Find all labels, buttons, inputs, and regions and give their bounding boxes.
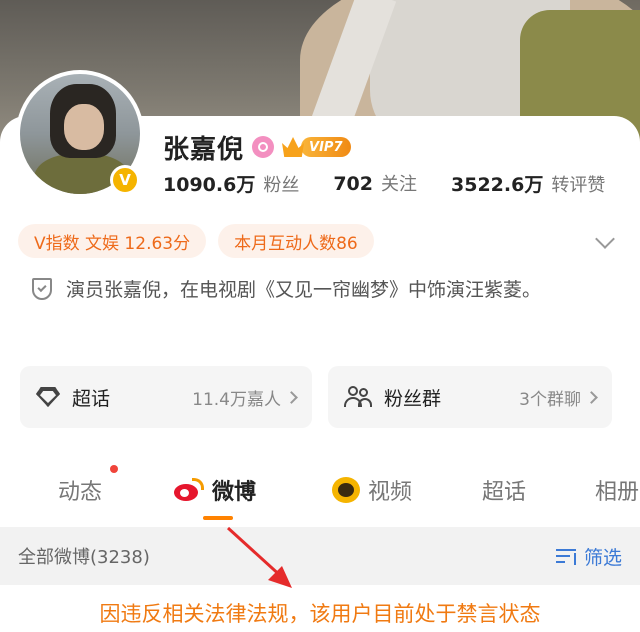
- filter-button[interactable]: 筛选: [555, 543, 622, 570]
- super-topic-panel[interactable]: 超话 11.4万嘉人: [20, 366, 312, 428]
- chevron-right-icon: [285, 390, 298, 404]
- stat-value: 3522.6万: [451, 173, 544, 196]
- profile-tags: V指数 文娱 12.63分 本月互动人数86: [18, 224, 374, 258]
- video-icon: [332, 477, 360, 503]
- feed-filter-bar: 全部微博(3238) 筛选: [0, 527, 640, 585]
- profile-name: 张嘉倪: [163, 134, 245, 165]
- v-index-tag[interactable]: V指数 文娱 12.63分: [18, 224, 207, 258]
- tab-label: 视频: [368, 480, 413, 505]
- profile-tabs: 动态 微博 视频 超话 相册: [0, 466, 640, 522]
- stat-interactions[interactable]: 3522.6万 转评赞: [451, 170, 605, 197]
- verified-badge-icon: V: [110, 165, 140, 195]
- stat-label: 转评赞: [551, 174, 606, 196]
- notification-dot: [110, 465, 118, 473]
- community-panels: 超话 11.4万嘉人 粉丝群 3个群聊: [20, 366, 612, 428]
- name-row: 张嘉倪 VIP7: [163, 130, 351, 165]
- chevron-right-icon: [585, 390, 598, 404]
- stat-followers[interactable]: 1090.6万 粉丝: [163, 170, 299, 197]
- stat-label: 关注: [381, 174, 417, 195]
- monthly-interaction-tag[interactable]: 本月互动人数86: [218, 224, 374, 258]
- bio: 演员张嘉倪，在电视剧《又见一帘幽梦》中饰演汪紫菱。: [32, 272, 592, 308]
- profile-stats: 1090.6万 粉丝 702 关注 3522.6万 转评赞: [163, 170, 639, 196]
- bio-text: 演员张嘉倪，在电视剧《又见一帘幽梦》中饰演汪紫菱。: [66, 279, 542, 301]
- filter-icon: [555, 547, 578, 565]
- tab-label: 相册: [595, 480, 640, 505]
- panel-subtitle: 3个群聊: [519, 389, 581, 410]
- stat-value: 702: [333, 173, 373, 195]
- weibo-icon: [174, 478, 204, 502]
- tab-label: 超话: [482, 480, 527, 505]
- panel-title: 超话: [72, 387, 111, 410]
- female-icon: [252, 136, 275, 158]
- filter-label: 筛选: [583, 546, 622, 569]
- vip-badge[interactable]: VIP7: [282, 136, 351, 158]
- stat-label: 粉丝: [263, 174, 300, 196]
- profile-page: V 张嘉倪 VIP7 1090.6万 粉丝 702 关注 3522.6万 转评赞…: [0, 0, 640, 632]
- tab-super-topic[interactable]: 超话: [482, 474, 526, 506]
- diamond-icon: [36, 387, 60, 407]
- tab-album[interactable]: 相册: [595, 474, 639, 506]
- panel-title: 粉丝群: [384, 387, 442, 410]
- stat-following[interactable]: 702 关注: [333, 170, 417, 196]
- active-tab-indicator: [203, 516, 233, 520]
- vip-level: VIP7: [301, 137, 351, 157]
- ban-notice: 因违反相关法律法规，该用户目前处于禁言状态: [99, 602, 541, 626]
- tab-label: 微博: [212, 480, 257, 505]
- tab-dynamics[interactable]: 动态: [58, 474, 102, 506]
- fan-group-panel[interactable]: 粉丝群 3个群聊: [328, 366, 612, 428]
- all-posts-count[interactable]: 全部微博(3238): [18, 543, 150, 569]
- shield-icon: [32, 278, 52, 300]
- tab-video[interactable]: 视频: [332, 474, 412, 506]
- tab-label: 动态: [58, 480, 103, 505]
- panel-subtitle: 11.4万嘉人: [192, 389, 281, 410]
- stat-value: 1090.6万: [163, 173, 256, 196]
- tab-weibo[interactable]: 微博: [174, 474, 256, 506]
- people-icon: [344, 386, 372, 408]
- crown-icon: [282, 137, 305, 157]
